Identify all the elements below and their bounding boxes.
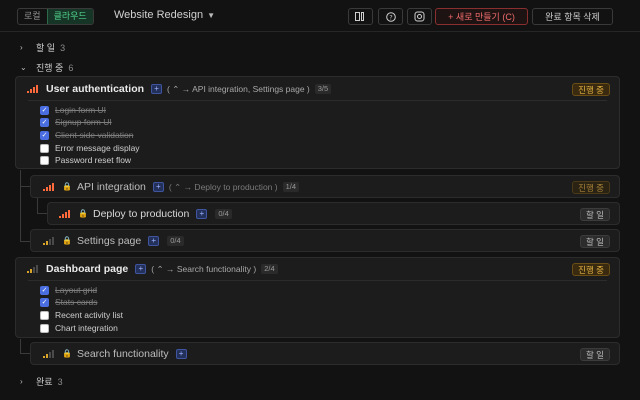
new-task-button[interactable]: + 새로 만들기 (C) [435, 8, 528, 25]
progress-count: 3/5 [314, 84, 332, 94]
progress-count: 0/4 [167, 236, 184, 246]
status-badge[interactable]: 할 일 [579, 347, 610, 361]
progress-count: 1/4 [282, 182, 300, 192]
task-title: Deploy to production [93, 208, 190, 220]
checklist-item[interactable]: ✓ Signup form UI [40, 117, 112, 127]
section-label: 진행 중 [36, 63, 64, 73]
checkbox[interactable] [40, 155, 49, 165]
section-todo-header[interactable]: › 할 일 3 [20, 41, 65, 54]
tree-connector [20, 241, 30, 242]
priority-high-icon [59, 210, 70, 218]
status-badge[interactable]: 진행 중 [572, 262, 610, 276]
priority-medium-icon [27, 265, 38, 273]
section-count: 3 [60, 42, 66, 53]
tree-connector [20, 170, 21, 242]
chevron-right-icon: › [20, 377, 23, 386]
add-subtask-button[interactable]: + [152, 182, 164, 192]
dependency-text: ( ⌃ → Deploy to production ) [168, 181, 278, 192]
chevron-right-icon: › [20, 43, 23, 52]
project-name: Website Redesign [114, 9, 204, 21]
divider [28, 100, 607, 101]
add-subtask-button[interactable]: + [151, 84, 163, 94]
checklist-item[interactable]: Recent activity list [40, 310, 123, 320]
checkbox[interactable] [40, 310, 49, 320]
help-icon: ? [385, 11, 396, 22]
status-badge[interactable]: 할 일 [579, 234, 610, 248]
mode-local-tab[interactable]: 로컬 [18, 9, 47, 24]
tree-connector [37, 213, 47, 214]
chevron-down-icon: ▼ [207, 10, 215, 20]
checklist-item[interactable]: ✓ Layout grid [40, 285, 97, 295]
layout-icon [355, 12, 364, 21]
status-badge[interactable]: 진행 중 [572, 180, 610, 194]
checkbox[interactable]: ✓ [40, 285, 49, 295]
dependency-text: ( ⌃ → Search functionality ) [151, 263, 257, 274]
task-title: User authentication [46, 83, 145, 95]
status-badge[interactable]: 진행 중 [572, 82, 610, 96]
priority-high-icon [27, 85, 38, 93]
help-button[interactable]: ? [378, 8, 403, 25]
priority-medium-icon [43, 350, 54, 358]
tree-connector [37, 198, 38, 214]
task-title: Search functionality [77, 348, 169, 360]
task-title: Dashboard page [46, 263, 129, 275]
tree-connector [20, 339, 21, 354]
priority-high-icon [43, 183, 54, 191]
section-count: 6 [68, 62, 74, 73]
add-subtask-button[interactable]: + [196, 209, 208, 219]
progress-count: 0/4 [215, 209, 232, 219]
lock-icon: 🔒 [62, 236, 72, 245]
gear-icon [414, 11, 425, 22]
checklist-item[interactable]: ✓ Client-side validation [40, 130, 133, 140]
tree-connector [20, 186, 30, 187]
settings-button[interactable] [407, 8, 432, 25]
checklist-item[interactable]: Chart integration [40, 323, 118, 333]
add-subtask-button[interactable]: + [175, 349, 187, 359]
layout-toggle-button[interactable] [348, 8, 373, 25]
svg-text:?: ? [389, 13, 392, 21]
section-count: 3 [57, 376, 63, 387]
mode-cloud-tab[interactable]: 클라우드 [46, 9, 93, 24]
checklist-item[interactable]: ✓ Login form UI [40, 105, 106, 115]
section-label: 완료 [36, 377, 53, 387]
section-done-header[interactable]: › 완료 3 [20, 375, 63, 388]
lock-icon: 🔒 [78, 209, 88, 218]
section-inprogress-header[interactable]: ⌄ 진행 중 6 [20, 61, 73, 74]
add-subtask-button[interactable]: + [148, 236, 160, 246]
section-label: 할 일 [36, 43, 56, 53]
priority-medium-icon [43, 237, 54, 245]
checkbox[interactable]: ✓ [40, 105, 49, 115]
status-badge[interactable]: 할 일 [579, 207, 610, 221]
project-selector[interactable]: Website Redesign ▼ [114, 9, 215, 21]
checklist-item[interactable]: ✓ Stats cards [40, 297, 98, 307]
mode-switch: 로컬 클라우드 [17, 8, 94, 25]
checklist-item[interactable]: Error message display [40, 143, 140, 153]
top-bar: 로컬 클라우드 Website Redesign ▼ ? + 새로 만들기 (C… [0, 0, 640, 32]
divider [28, 280, 607, 281]
checkbox[interactable]: ✓ [40, 130, 49, 140]
lock-icon: 🔒 [62, 182, 72, 191]
checkbox[interactable] [40, 143, 49, 153]
task-card-deploy-to-production[interactable]: 🔒 Deploy to production + 0/4 할 일 [47, 202, 620, 225]
task-card-search-functionality[interactable]: 🔒 Search functionality + 할 일 [30, 342, 620, 365]
task-title: Settings page [77, 235, 142, 247]
task-card-settings-page[interactable]: 🔒 Settings page + 0/4 할 일 [30, 229, 620, 252]
task-card-dashboard-page[interactable]: Dashboard page + ( ⌃ → Search functional… [15, 257, 620, 338]
chevron-down-icon: ⌄ [20, 63, 27, 72]
checkbox[interactable]: ✓ [40, 297, 49, 307]
progress-count: 2/4 [261, 264, 278, 274]
clear-completed-button[interactable]: 완료 항목 삭제 [532, 8, 613, 25]
task-card-api-integration[interactable]: 🔒 API integration + ( ⌃ → Deploy to prod… [30, 175, 620, 198]
checklist-item[interactable]: Password reset flow [40, 155, 131, 165]
tree-connector [20, 353, 30, 354]
task-title: API integration [77, 181, 146, 193]
lock-icon: 🔒 [62, 349, 72, 358]
checkbox[interactable] [40, 323, 49, 333]
add-subtask-button[interactable]: + [135, 264, 147, 274]
task-card-user-authentication[interactable]: User authentication + ( ⌃ → API integrat… [15, 76, 620, 169]
dependency-text: ( ⌃ → API integration, Settings page ) [167, 83, 310, 94]
checkbox[interactable]: ✓ [40, 117, 49, 127]
